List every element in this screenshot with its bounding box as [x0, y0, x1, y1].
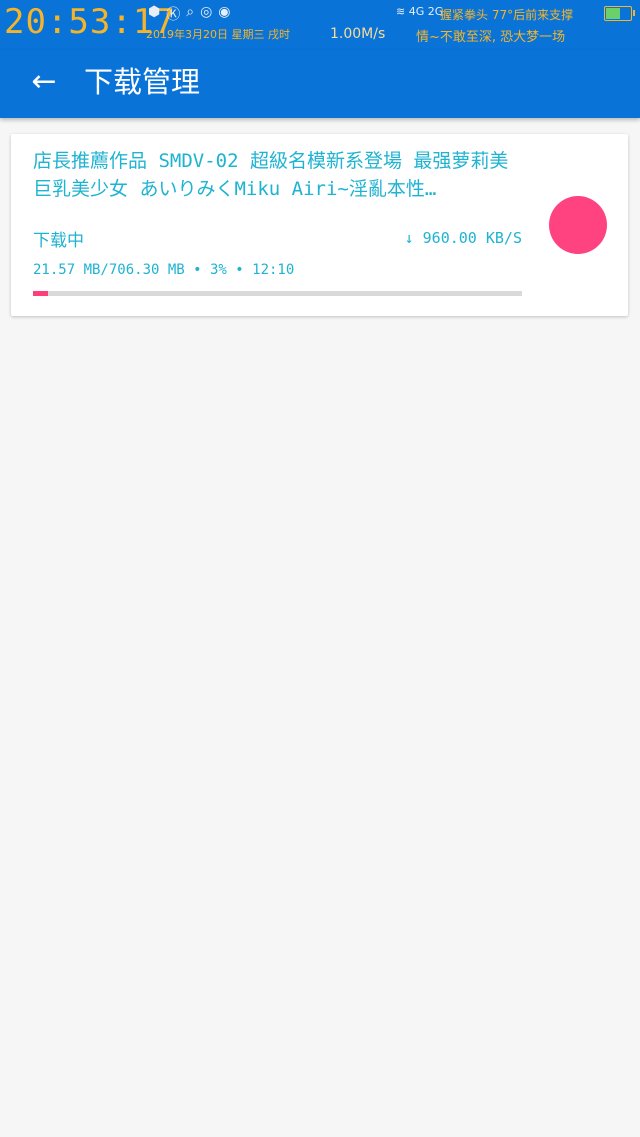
download-speed: ↓ 960.00 KB/S	[404, 229, 522, 247]
battery-icon	[604, 6, 635, 21]
status-bar: 20:53:17 ⬢ Ⓚ ⌕ ◎ ◉ 2019年3月20日 星期三 戌时 1.0…	[0, 0, 640, 50]
app-bar: ← 下载管理	[0, 50, 640, 118]
app-icon: ◉	[218, 4, 231, 20]
status-date: 2019年3月20日 星期三 戌时	[146, 28, 290, 41]
download-item[interactable]: 店長推薦作品 SMDV-02 超級名模新系登場 最强萝莉美巨乳美少女 あいりみく…	[11, 134, 628, 316]
wifi-icon: ≋	[396, 5, 406, 18]
status-ticker-line1: 握紧拳头 77°后前来支撑	[440, 8, 574, 22]
wechat-icon: ◎	[200, 4, 213, 20]
arrow-left-icon[interactable]: ←	[26, 64, 62, 100]
download-progress-bar	[33, 291, 522, 296]
signal-indicator: ≋ 4G 2G	[396, 5, 444, 18]
download-meta: 21.57 MB/706.30 MB • 3% • 12:10	[33, 262, 295, 278]
pause-resume-button[interactable]	[549, 196, 607, 254]
net-speed: 1.00M/s	[330, 26, 386, 42]
k-circle-icon: Ⓚ	[166, 7, 181, 23]
page-title: 下载管理	[84, 65, 201, 99]
download-progress-fill	[33, 291, 48, 296]
search-icon: ⌕	[186, 4, 195, 20]
notification-icons: ⬢ Ⓚ ⌕ ◎ ◉	[148, 4, 231, 24]
hex-icon: ⬢	[148, 4, 161, 20]
download-title: 店長推薦作品 SMDV-02 超級名模新系登場 最强萝莉美巨乳美少女 あいりみく…	[33, 150, 509, 200]
download-state: 下载中	[33, 231, 84, 251]
status-ticker-line2: 情~不敢至深, 恐大梦一场	[416, 30, 566, 45]
